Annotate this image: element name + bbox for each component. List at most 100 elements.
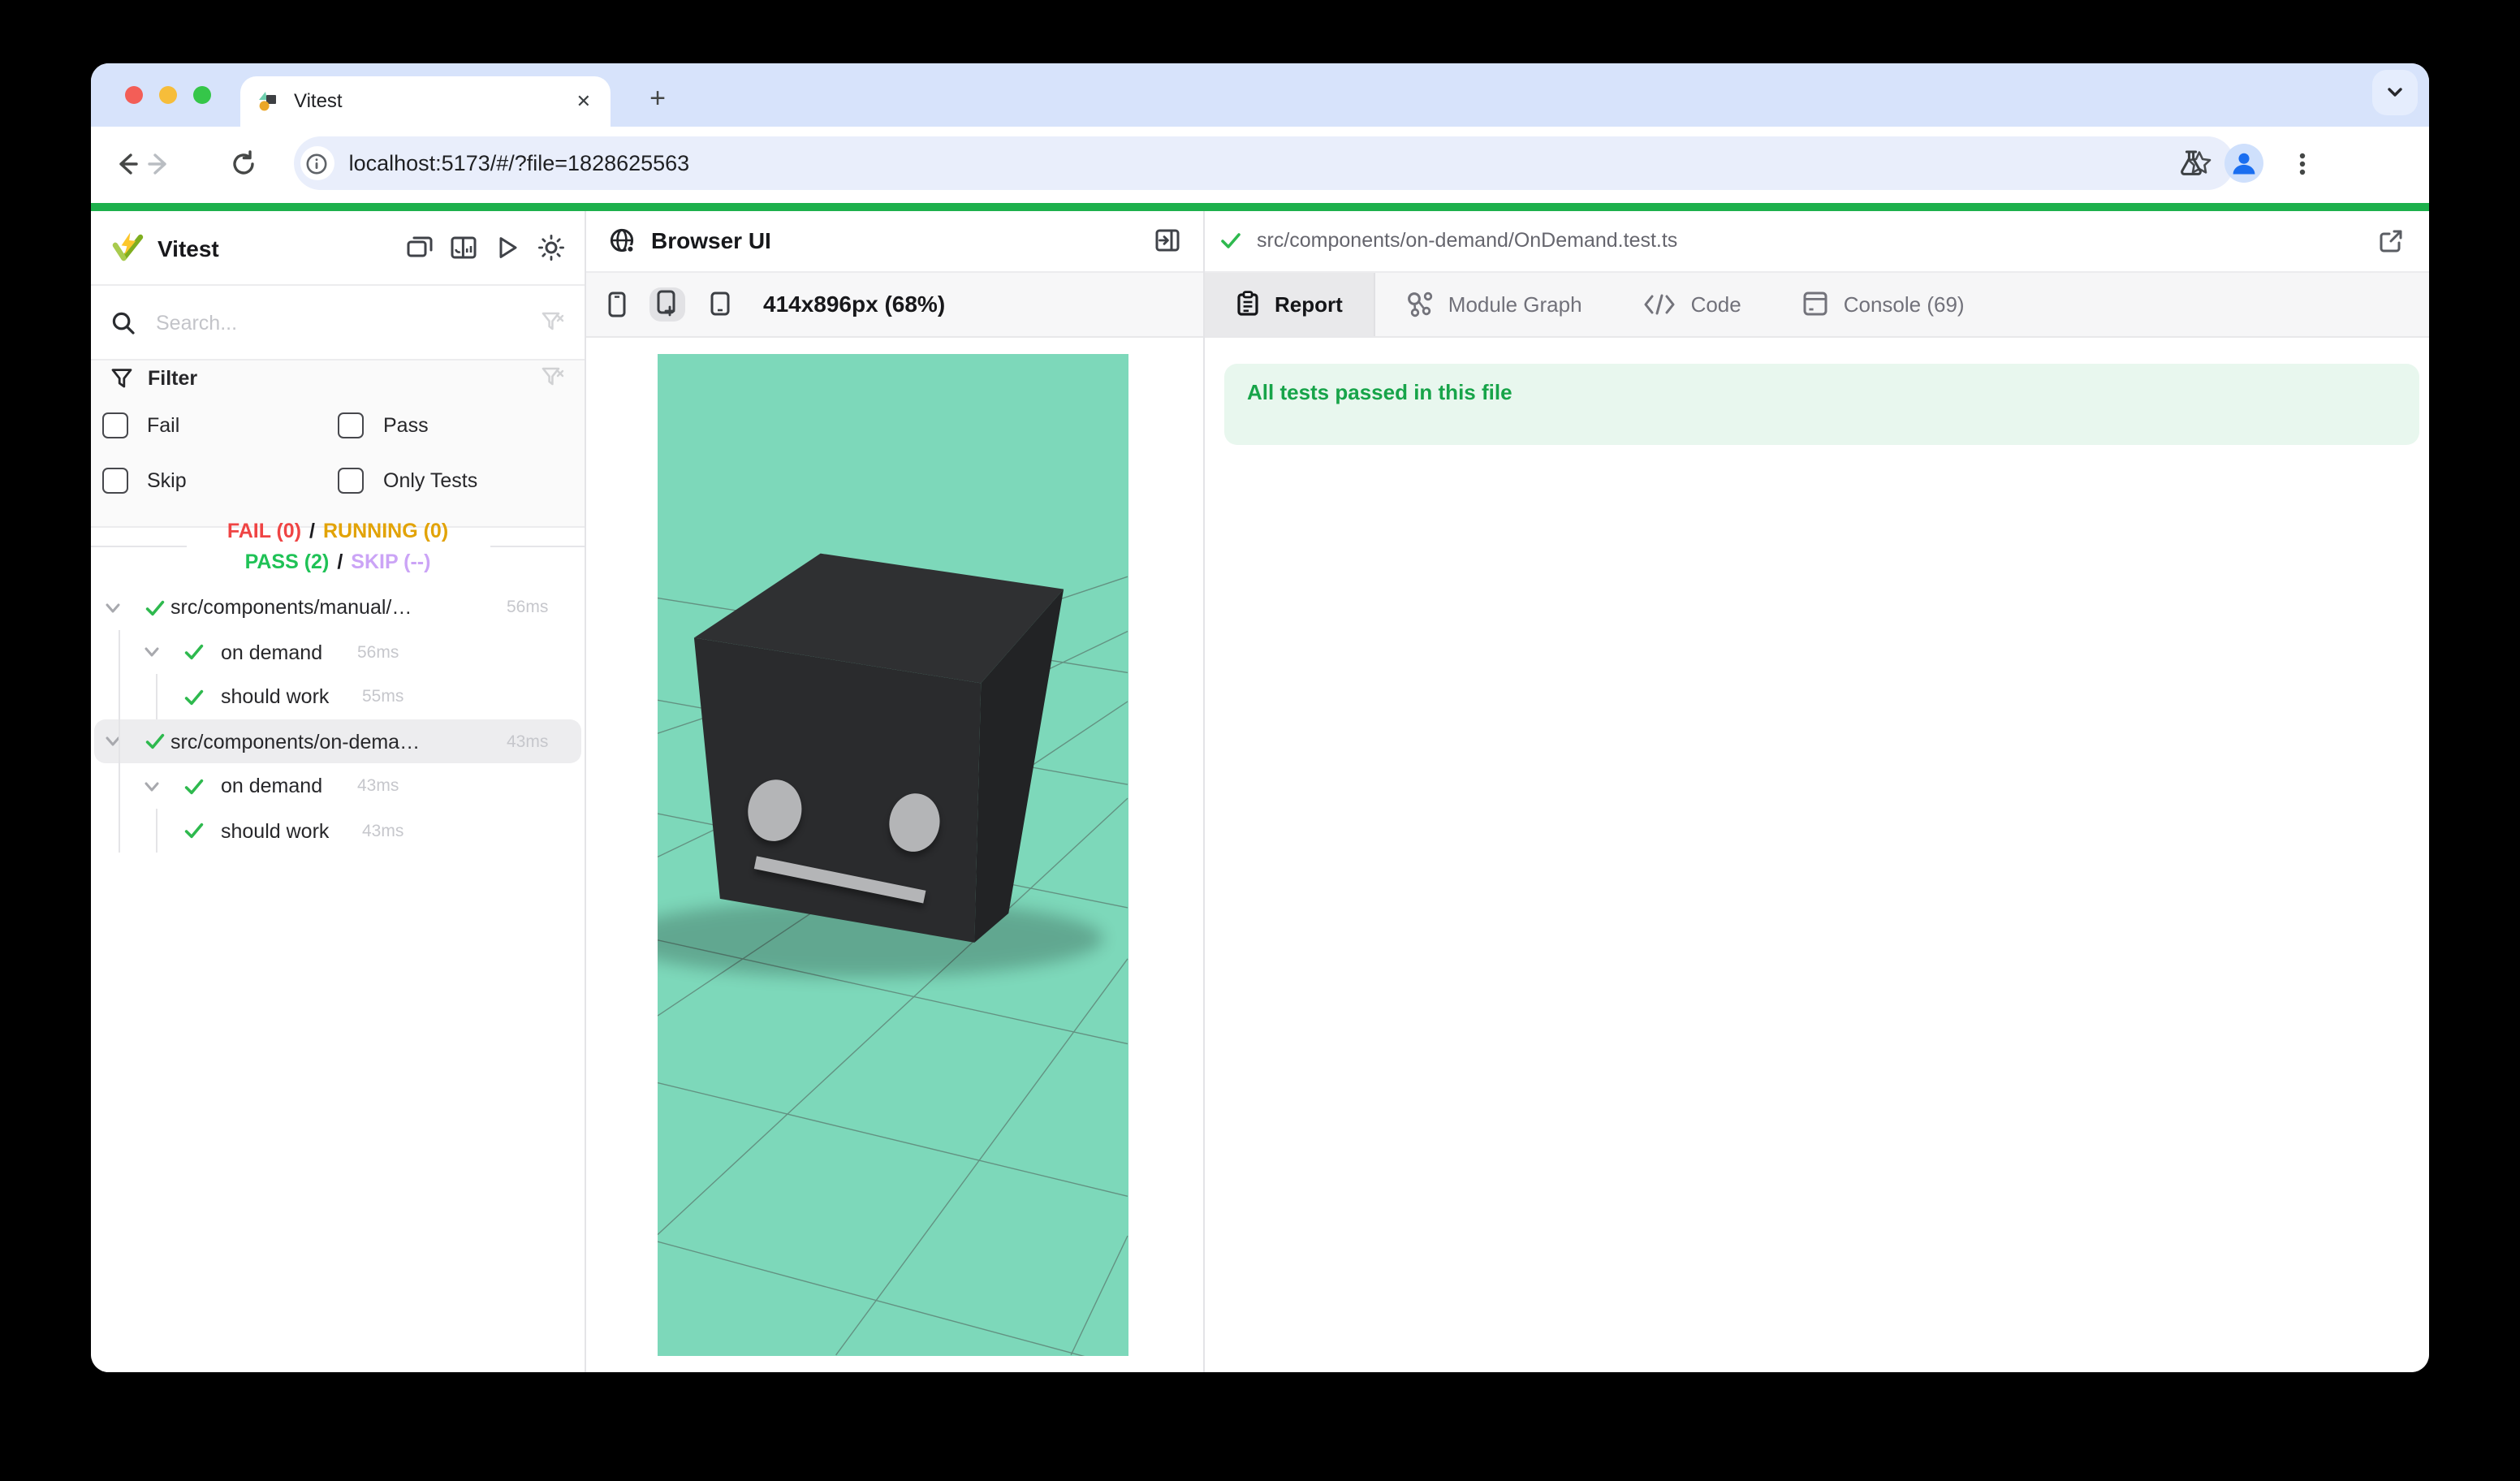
pass-check-icon (183, 764, 205, 809)
filter-option-fail[interactable]: Fail (101, 412, 179, 438)
search-input[interactable]: Search... (156, 311, 541, 334)
browser-tab[interactable]: Vitest ✕ (240, 76, 611, 126)
test-explorer-sidebar: Vitest (91, 211, 586, 1372)
tab-code[interactable]: Code (1613, 272, 1772, 336)
tree-indent-guide (155, 675, 157, 719)
pass-check-icon (145, 585, 166, 630)
device-phone-plus-button[interactable] (649, 287, 685, 322)
tab-label: Code (1691, 292, 1741, 317)
cube-3d-scene (658, 353, 1128, 1355)
back-arrow-icon (112, 149, 141, 178)
browser-panel-title: Browser UI (651, 228, 1154, 254)
filter-option-skip[interactable]: Skip (101, 467, 187, 493)
banner-text: All tests passed in this file (1247, 380, 1512, 404)
tab-label: Module Graph (1448, 292, 1582, 317)
test-duration: 43ms (362, 821, 403, 840)
file-path-header: src/components/on-demand/OnDemand.test.t… (1205, 211, 2429, 272)
browser-window: Vitest ✕ + localhost:5173/# (91, 63, 2429, 1372)
tab-label: Report (1275, 292, 1343, 317)
maximize-window-button[interactable] (193, 85, 211, 103)
url-text[interactable]: localhost:5173/#/?file=1828625563 (349, 151, 2186, 175)
pass-check-icon (183, 675, 205, 719)
site-info-icon[interactable] (300, 146, 334, 180)
test-case-row[interactable]: should work43ms (91, 809, 585, 853)
status-segment: FAIL (0) (227, 520, 301, 542)
status-segment: RUNNING (0) (323, 520, 448, 542)
forward-button[interactable] (140, 144, 179, 183)
chevron-down-icon[interactable] (104, 585, 122, 630)
status-summary-line-2: PASS (2)/SKIP (--) (91, 551, 585, 573)
filter-option-only-tests[interactable]: Only Tests (338, 467, 477, 493)
tree-indent-guide (118, 630, 119, 853)
console-icon (1803, 291, 1829, 317)
minimize-window-button[interactable] (159, 85, 177, 103)
browser-preview-panel: Browser UI 414x896px (68%) (586, 211, 1205, 1372)
code-icon (1644, 294, 1676, 315)
test-label: on demand (221, 641, 346, 663)
experiments-flask-button[interactable] (2171, 144, 2210, 183)
dock-panel-right-icon[interactable] (1154, 228, 1180, 254)
theme-toggle-sun-icon[interactable] (537, 234, 565, 261)
dashboard-windows-icon[interactable] (406, 234, 434, 261)
test-file-row[interactable]: src/components/on-dema…43ms (91, 719, 585, 764)
search-icon (110, 309, 136, 335)
device-tablet-button[interactable] (701, 287, 737, 322)
address-bar[interactable]: localhost:5173/#/?file=1828625563 (294, 136, 2234, 190)
tab-search-button[interactable] (2372, 70, 2418, 115)
checkbox-label: Only Tests (383, 468, 477, 491)
clear-filter-icon[interactable] (541, 365, 565, 390)
checkbox[interactable] (338, 412, 364, 438)
filter-option-pass[interactable]: Pass (338, 412, 429, 438)
browser-menu-button[interactable] (2283, 144, 2322, 183)
tab-close-icon[interactable]: ✕ (576, 90, 591, 111)
report-tabs: Report Module Graph Code Console (69) (1205, 272, 2429, 338)
robot-cube (694, 553, 1064, 942)
checkbox-label: Fail (147, 413, 179, 436)
browser-toolbar: localhost:5173/#/?file=1828625563 (91, 126, 2429, 203)
chevron-down-icon[interactable] (142, 630, 160, 675)
run-all-tests-icon[interactable] (494, 234, 521, 261)
test-suite-row[interactable]: on demand43ms (91, 764, 585, 809)
checkbox[interactable] (101, 467, 127, 493)
checkbox[interactable] (101, 412, 127, 438)
test-file-path: src/components/on-demand/OnDemand.test.t… (1257, 230, 2379, 253)
close-window-button[interactable] (125, 85, 143, 103)
tab-report[interactable]: Report (1205, 272, 1375, 336)
search-bar[interactable]: Search... (91, 286, 585, 361)
checkbox[interactable] (338, 467, 364, 493)
pass-check-icon (183, 809, 205, 853)
chevron-down-icon (2385, 83, 2405, 102)
funnel-icon (110, 367, 133, 390)
tab-title: Vitest (294, 89, 576, 112)
clear-filter-icon[interactable] (541, 310, 565, 335)
tab-module-graph[interactable]: Module Graph (1375, 272, 1613, 336)
divider (91, 546, 187, 547)
reload-button[interactable] (224, 144, 263, 183)
test-suite-row[interactable]: on demand56ms (91, 630, 585, 675)
all-tests-passed-banner: All tests passed in this file (1224, 364, 2419, 444)
device-toolbar: 414x896px (68%) (586, 272, 1203, 338)
vitest-favicon (257, 89, 281, 113)
tab-console-69-[interactable]: Console (69) (1772, 272, 1996, 336)
test-duration: 43ms (357, 776, 399, 796)
test-label: src/components/manual/… (170, 596, 495, 619)
test-case-row[interactable]: should work55ms (91, 675, 585, 719)
device-viewport[interactable] (658, 353, 1128, 1355)
browser-panel-header: Browser UI (586, 211, 1203, 272)
chevron-down-icon[interactable] (142, 764, 160, 809)
open-external-icon[interactable] (2379, 229, 2403, 253)
app-title: Vitest (158, 235, 406, 261)
tree-indent-guide (155, 809, 157, 853)
new-tab-button[interactable]: + (636, 78, 679, 120)
layout-panel-icon[interactable] (450, 234, 477, 261)
test-duration: 55ms (362, 687, 403, 706)
test-duration: 56ms (507, 598, 548, 617)
viewport-dimensions-label: 414x896px (68%) (763, 291, 945, 317)
window-controls[interactable] (125, 85, 211, 103)
tab-label: Console (69) (1844, 292, 1965, 317)
three-dot-menu-icon (2289, 150, 2315, 176)
status-segment: / (337, 551, 343, 573)
profile-avatar[interactable] (2224, 144, 2263, 183)
test-file-row[interactable]: src/components/manual/… 56ms (91, 585, 585, 630)
device-phone-small-button[interactable] (599, 287, 635, 322)
